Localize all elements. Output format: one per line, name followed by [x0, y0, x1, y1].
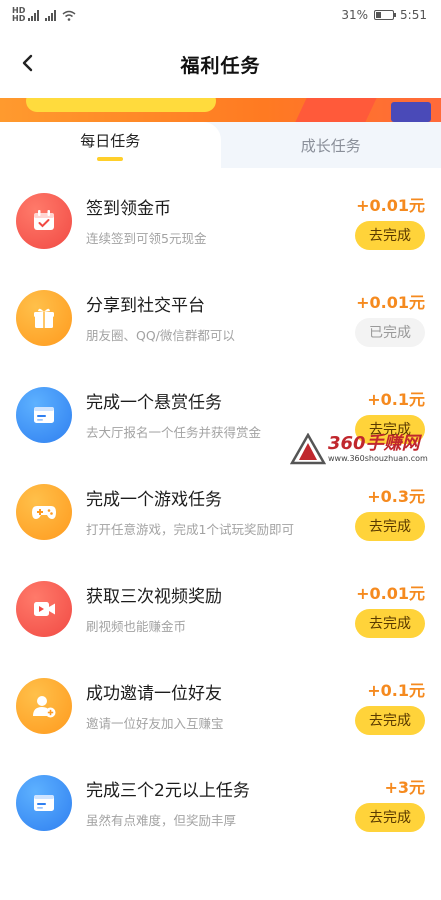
battery-percent: 31%	[341, 8, 369, 22]
signal-indicators: HD HD	[12, 7, 76, 23]
signal-icon	[28, 9, 40, 21]
task-reward: +0.01元	[356, 292, 425, 312]
video-icon	[16, 580, 72, 637]
task-description: 打开任意游戏，完成1个试玩奖励即可	[86, 522, 294, 537]
watermark: 360手赚网 www.360shouzhuan.com	[290, 433, 428, 465]
task-reward: +0.1元	[367, 389, 425, 409]
watermark-url: www.360shouzhuan.com	[328, 454, 428, 463]
task-item-invite: 成功邀请一位好友 邀请一位好友加入互赚宝 +0.1元 去完成	[0, 657, 441, 754]
completed-button: 已完成	[355, 317, 425, 347]
promo-banner[interactable]	[0, 98, 441, 122]
task-title: 分享到社交平台	[86, 296, 205, 316]
watermark-text: 360手赚网	[328, 433, 420, 454]
active-tab-indicator	[97, 156, 124, 161]
battery-icon	[374, 10, 397, 20]
tab-label: 成长任务	[300, 136, 361, 155]
task-list: 签到领金币 连续签到可领5元现金 +0.01元 去完成 分享到社交平台 朋友圈、…	[0, 168, 441, 851]
task-item-checkin: 签到领金币 连续签到可领5元现金 +0.01元 去完成	[0, 172, 441, 269]
tab-label: 每日任务	[80, 131, 141, 150]
task-item-big-tasks: 完成三个2元以上任务 虽然有点难度，但奖励丰厚 +3元 去完成	[0, 754, 441, 851]
calendar-icon	[16, 192, 72, 249]
tab-growth-tasks[interactable]: 成长任务	[221, 122, 441, 168]
task-title: 完成一个游戏任务	[86, 490, 222, 510]
task-reward: +3元	[384, 777, 425, 797]
task-title: 获取三次视频奖励	[86, 587, 222, 607]
task-title: 签到领金币	[86, 199, 171, 219]
task-reward: +0.01元	[356, 583, 425, 603]
add-user-icon	[16, 677, 72, 734]
task-title: 完成三个2元以上任务	[86, 781, 250, 801]
task-reward: +0.3元	[367, 486, 425, 506]
task-reward: +0.1元	[367, 680, 425, 700]
signal-icon-2	[45, 9, 57, 21]
task-item-share: 分享到社交平台 朋友圈、QQ/微信群都可以 +0.01元 已完成	[0, 269, 441, 366]
go-complete-button[interactable]: 去完成	[355, 220, 425, 250]
chevron-left-icon	[22, 54, 33, 72]
task-reward: +0.01元	[356, 195, 425, 215]
task-description: 朋友圈、QQ/微信群都可以	[86, 328, 235, 343]
banner-pill	[26, 98, 216, 112]
task-item-video: 获取三次视频奖励 刷视频也能赚金币 +0.01元 去完成	[0, 560, 441, 657]
task-tabs: 每日任务 成长任务	[0, 122, 441, 168]
task-description: 邀请一位好友加入互赚宝	[86, 716, 224, 731]
watermark-logo-icon	[290, 433, 326, 465]
wifi-icon	[62, 10, 76, 21]
task-item-game: 完成一个游戏任务 打开任意游戏，完成1个试玩奖励即可 +0.3元 去完成	[0, 463, 441, 560]
page-title: 福利任务	[180, 54, 261, 77]
gamepad-icon	[16, 483, 72, 540]
go-complete-button[interactable]: 去完成	[355, 802, 425, 832]
go-complete-button[interactable]: 去完成	[355, 511, 425, 541]
card-icon	[16, 386, 72, 443]
banner-decoration	[295, 98, 377, 122]
back-button[interactable]	[16, 52, 38, 74]
clock: 5:51	[400, 8, 427, 22]
task-description: 刷视频也能赚金币	[86, 619, 187, 634]
go-complete-button[interactable]: 去完成	[355, 705, 425, 735]
banner-decoration-2	[391, 102, 431, 122]
tab-daily-tasks[interactable]: 每日任务	[0, 122, 221, 168]
go-complete-button[interactable]: 去完成	[355, 608, 425, 638]
task-description: 虽然有点难度，但奖励丰厚	[86, 813, 237, 828]
header: 福利任务	[0, 30, 441, 98]
task-description: 连续签到可领5元现金	[86, 231, 207, 246]
task-title: 完成一个悬赏任务	[86, 393, 222, 413]
gift-icon	[16, 289, 72, 346]
card-icon	[16, 774, 72, 831]
status-bar: HD HD 31% 5:51	[0, 0, 441, 30]
task-title: 成功邀请一位好友	[86, 684, 222, 704]
hd-icon: HD HD	[12, 6, 26, 23]
